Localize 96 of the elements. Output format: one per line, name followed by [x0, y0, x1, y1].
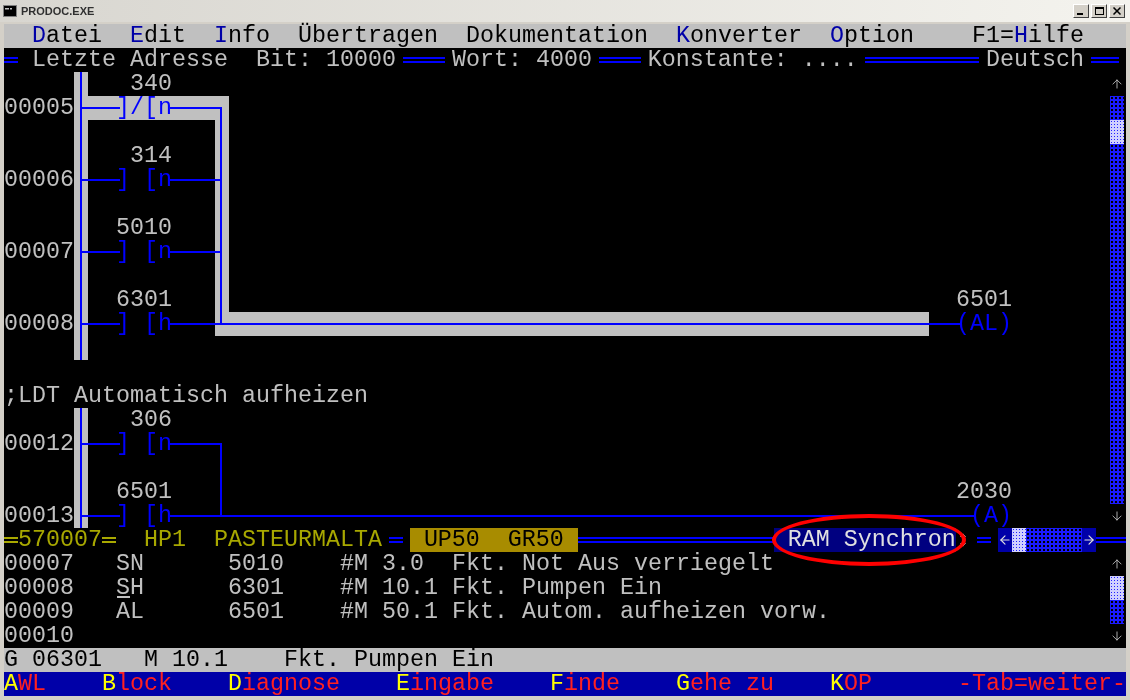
project-name: PASTEURMALTA [213, 528, 382, 552]
line-number: 00013 [4, 504, 74, 528]
menu-item[interactable]: Dokumentation [465, 24, 648, 48]
double-line [976, 537, 991, 543]
info-field: Fkt. Pumpen Ein [283, 648, 494, 672]
mnemonic: SN [116, 552, 145, 576]
coil-symbol: (A) [970, 504, 1012, 528]
operand-address: 6501 [227, 600, 285, 624]
line-number: 00009 [4, 600, 75, 624]
function-key[interactable]: -Tab=weiter- [958, 672, 1126, 696]
contact-symbol: ] [ [116, 312, 158, 336]
status-value: Konstante: .... [647, 48, 858, 72]
contact-address: 314 [130, 144, 172, 168]
coil-address: 6501 [956, 288, 1012, 312]
contact-address: 306 [130, 408, 172, 432]
double-line [402, 57, 445, 63]
scroll-down-icon[interactable] [1110, 509, 1124, 523]
double-line [1091, 57, 1119, 63]
operand-comment: Fkt. Autom. aufheizen vorw. [451, 600, 830, 624]
operand-address: 5010 [227, 552, 285, 576]
scroll-right-icon[interactable] [1081, 533, 1096, 547]
line-number: 00006 [4, 168, 74, 192]
scrollbar[interactable] [1110, 552, 1124, 648]
contact-symbol: ] [ [116, 432, 158, 456]
contact-flag-label: n [158, 96, 172, 120]
status-label: Letzte Adresse [31, 48, 228, 72]
console-icon [3, 5, 17, 17]
function-key[interactable]: AWL [4, 672, 46, 696]
line-number: 00007 [4, 240, 74, 264]
menu-item[interactable]: Info [213, 24, 270, 48]
mnemonic: AL [116, 600, 145, 624]
coil-symbol: (AL) [956, 312, 1012, 336]
contact-flag-label: n [158, 240, 172, 264]
menu-item[interactable]: Datei [32, 24, 102, 48]
operand-address: 6301 [227, 576, 285, 600]
mode-indicator: RAM Synchron [773, 528, 956, 552]
operand-comment: Fkt. Pumpen Ein [451, 576, 662, 600]
menu-item[interactable]: F1=Hilfe [972, 24, 1084, 48]
double-line [4, 57, 18, 63]
language-label: Deutsch [986, 48, 1085, 72]
contact-symbol: ]/[ [116, 96, 158, 120]
line-number: 00012 [4, 432, 74, 456]
status-value: Wort: 4000 [451, 48, 592, 72]
marker-address: #M 3.0 [339, 552, 425, 576]
function-key[interactable]: Diagnose [227, 672, 340, 696]
window-title: PRODOC.EXE [21, 3, 95, 19]
scroll-left-icon[interactable] [997, 533, 1012, 547]
menu-item[interactable]: Konverter [675, 24, 802, 48]
mnemonic: SH [116, 576, 145, 600]
menu-item[interactable]: Option [829, 24, 914, 48]
info-field: G 06301 [4, 648, 144, 672]
module-name: HP1 [143, 528, 186, 552]
address-counter: 570007 [18, 528, 102, 552]
marker-address: #M 10.1 [339, 576, 439, 600]
coil-address: 2030 [956, 480, 1012, 504]
tag-label: GR50 [507, 528, 564, 552]
double-line [102, 537, 116, 543]
status-value: Bit: 10000 [255, 48, 396, 72]
function-key[interactable]: Block [102, 672, 172, 696]
contact-flag-label: n [158, 432, 172, 456]
marker-address: #M 50.1 [339, 600, 439, 624]
scrollbar-thumb[interactable] [1110, 576, 1124, 600]
contact-address: 5010 [116, 216, 172, 240]
function-key[interactable]: KOP [829, 672, 872, 696]
contact-address: 6501 [116, 480, 172, 504]
contact-flag-label: h [158, 312, 172, 336]
function-key[interactable]: Eingabe [395, 672, 494, 696]
line-number: 00007 [4, 552, 75, 576]
double-line [1095, 537, 1126, 543]
tag-label: UP50 [423, 528, 480, 552]
network-comment: ;LDT Automatisch aufheizen [4, 384, 368, 408]
menu-item[interactable]: Übertragen [297, 24, 438, 48]
double-line [4, 537, 18, 543]
scrollbar-thumb[interactable] [1110, 120, 1124, 144]
contact-flag-label: n [158, 168, 172, 192]
operand-comment: Fkt. Not Aus verriegelt [451, 552, 774, 576]
contact-flag-label: h [158, 504, 172, 528]
double-line [598, 57, 641, 63]
line-number: 00008 [4, 576, 75, 600]
line-number: 00010 [4, 624, 75, 648]
contact-symbol: ] [ [116, 168, 158, 192]
horizontal-scrollbar[interactable] [997, 528, 1096, 552]
line-number: 00008 [4, 312, 74, 336]
function-key[interactable]: Gehe zu [675, 672, 774, 696]
function-key[interactable]: Finde [549, 672, 620, 696]
contact-symbol: ] [ [116, 240, 158, 264]
scroll-up-icon[interactable] [1110, 557, 1124, 571]
contact-symbol: ] [ [116, 504, 158, 528]
contact-address: 6301 [116, 288, 172, 312]
info-field: M 10.1 [144, 648, 284, 672]
contact-address: 340 [130, 72, 172, 96]
scroll-up-icon[interactable] [1110, 77, 1124, 91]
menu-item[interactable]: Edit [129, 24, 186, 48]
double-line [388, 537, 403, 543]
line-number: 00005 [4, 96, 74, 120]
scroll-down-icon[interactable] [1110, 629, 1124, 643]
